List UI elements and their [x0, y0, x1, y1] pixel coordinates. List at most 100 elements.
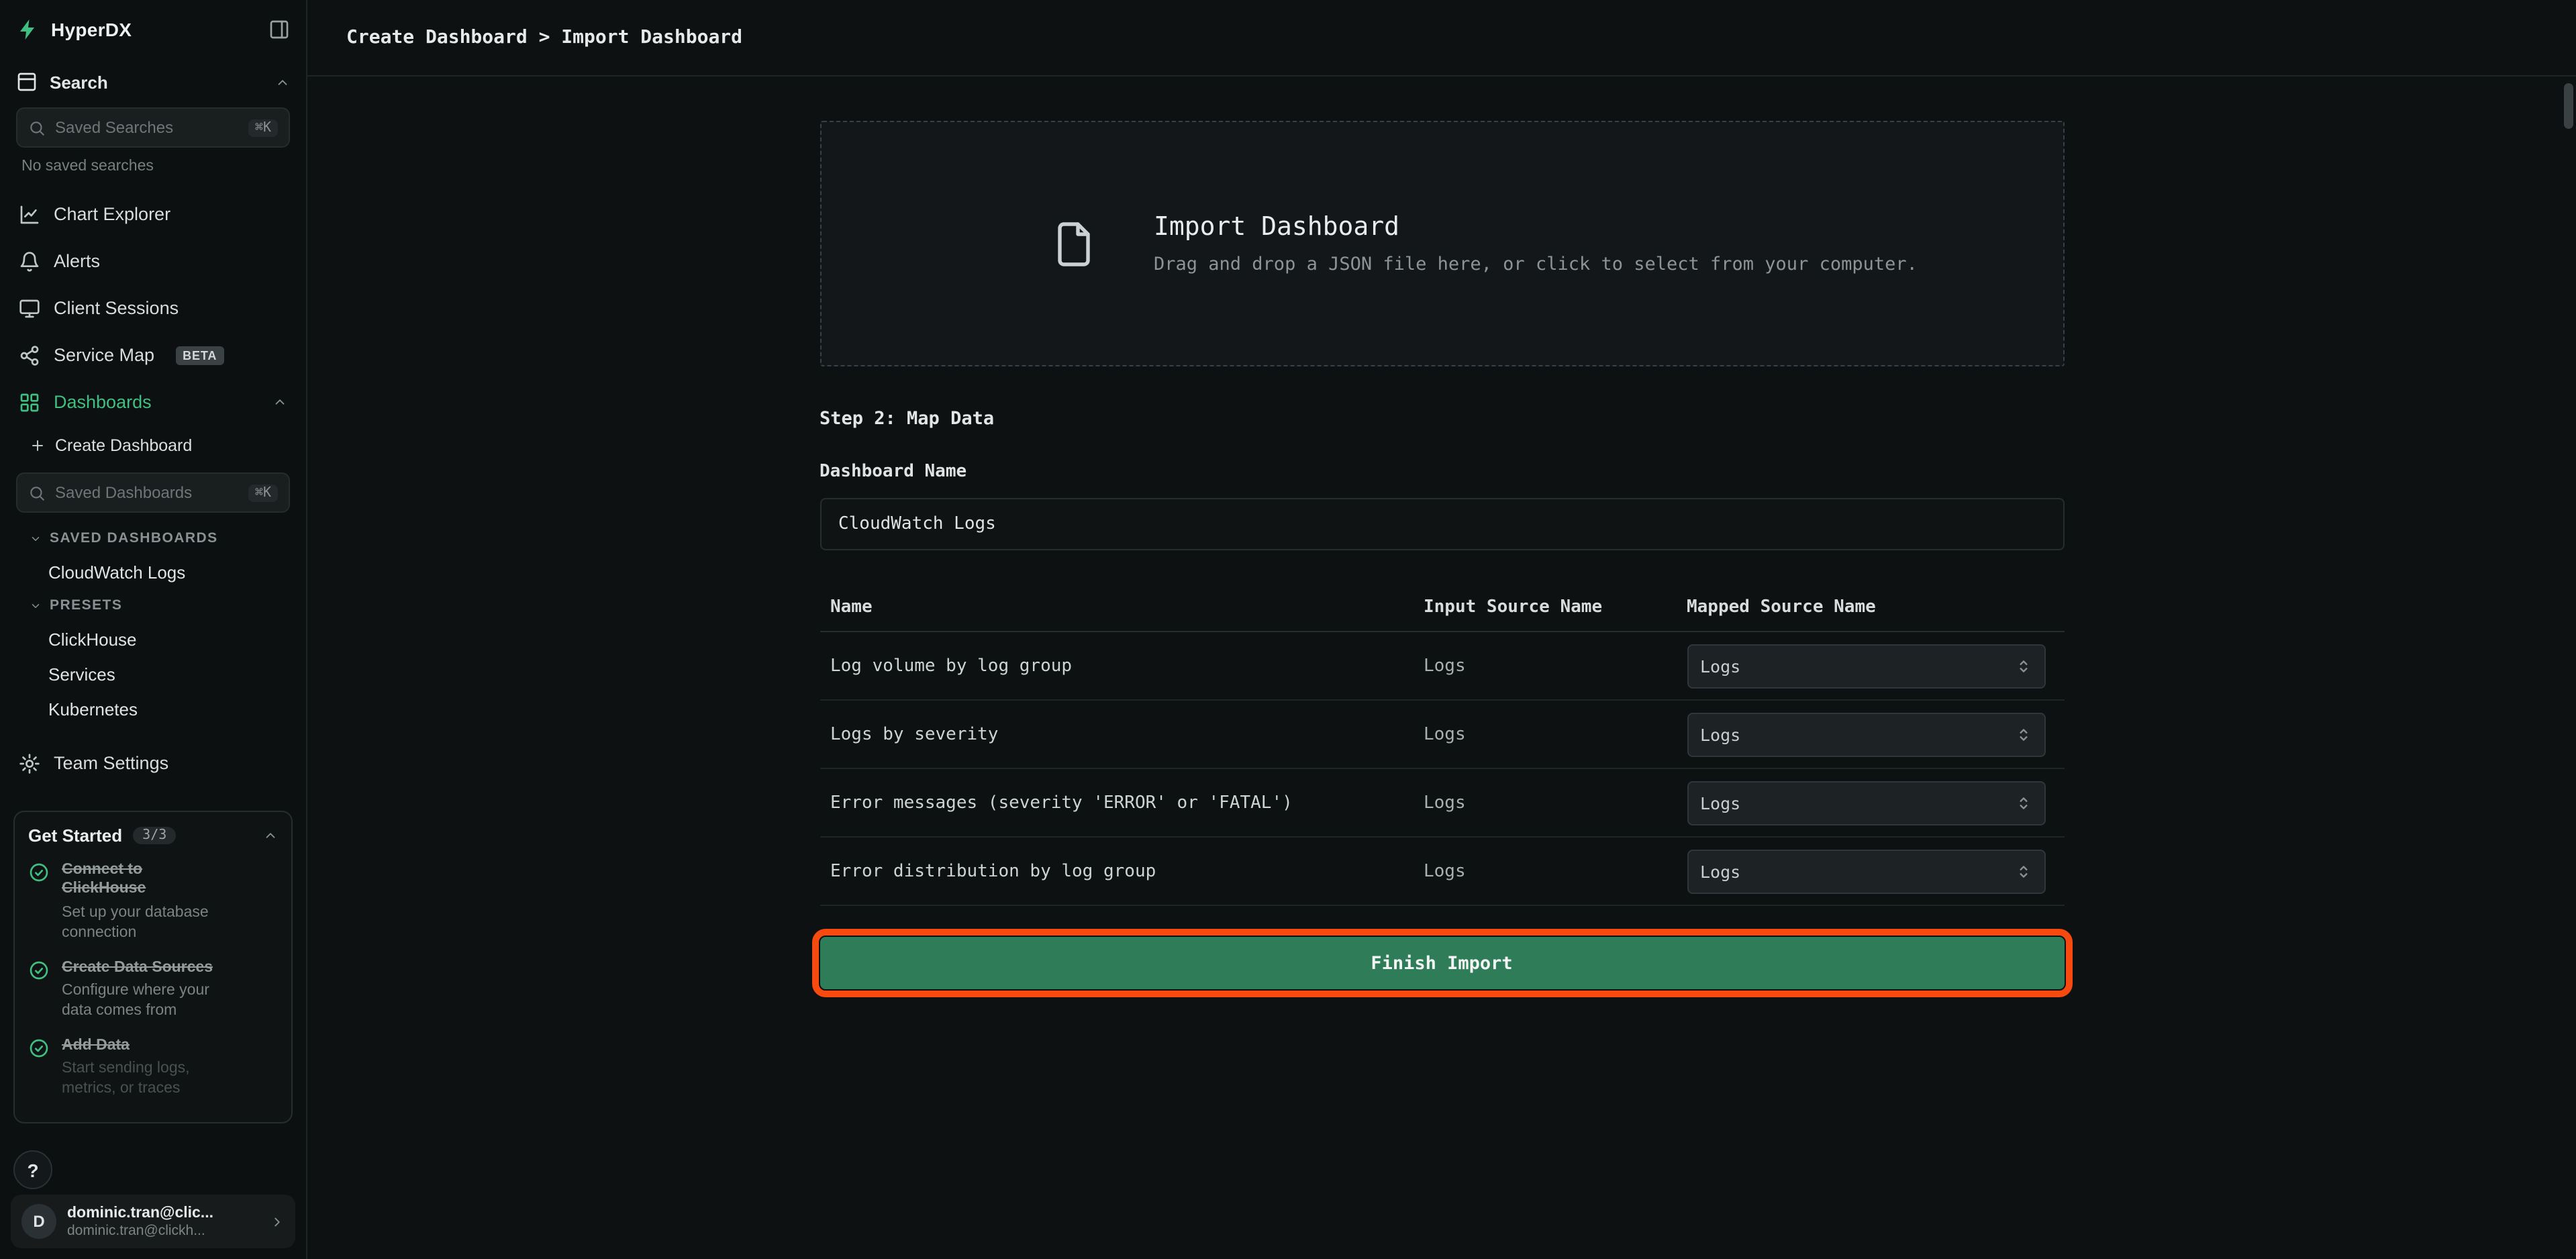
sidebar-section-search[interactable]: Search — [16, 59, 290, 105]
dropzone-subtitle: Drag and drop a JSON file here, or click… — [1154, 254, 1918, 275]
service-map-icon — [19, 344, 40, 366]
profile-name: dominic.tran@clic... — [67, 1205, 213, 1221]
sidebar-collapse-button[interactable] — [268, 19, 290, 40]
saved-searches-input[interactable]: Saved Searches ⌘K — [16, 107, 290, 148]
profile-email: dominic.tran@clickh... — [67, 1222, 213, 1238]
group-label-text: PRESETS — [50, 597, 122, 613]
sidebar-item-service-map[interactable]: Service Map BETA — [16, 332, 290, 379]
chart-name: Error distribution by log group — [820, 861, 1424, 881]
get-started-step-sources[interactable]: Create Data Sources Configure where your… — [28, 958, 278, 1021]
chevron-down-icon — [30, 599, 42, 611]
nav-label: Service Map — [54, 345, 154, 365]
sidebar-item-team-settings[interactable]: Team Settings — [16, 740, 290, 787]
input-source-name: Logs — [1424, 861, 1687, 881]
scrollbar-thumb[interactable] — [2564, 83, 2573, 129]
get-started-card: Get Started 3/3 Connect to ClickHouse Se… — [13, 811, 293, 1123]
dashboard-item-label: CloudWatch Logs — [48, 562, 185, 582]
chart-explorer-icon — [19, 203, 40, 225]
chart-name: Logs by severity — [820, 724, 1424, 744]
team-settings-label: Team Settings — [54, 753, 168, 773]
breadcrumb[interactable]: Create Dashboard > Import Dashboard — [346, 27, 742, 48]
saved-dashboards-placeholder: Saved Dashboards — [55, 483, 239, 502]
selected-value: Logs — [1700, 861, 1740, 881]
table-row: Error messages (severity 'ERROR' or 'FAT… — [820, 769, 2064, 838]
map-data-table: Name Input Source Name Mapped Source Nam… — [820, 583, 2064, 906]
check-circle-icon — [28, 862, 50, 883]
no-saved-searches-text: No saved searches — [16, 157, 290, 191]
mapped-source-select[interactable]: Logs — [1687, 780, 2045, 825]
avatar: D — [21, 1204, 56, 1239]
table-row: Error distribution by log group Logs Log… — [820, 838, 2064, 906]
step-title: Add Data — [62, 1036, 223, 1056]
main-area: Create Dashboard > Import Dashboard Impo… — [307, 0, 2576, 1259]
chart-name: Error messages (severity 'ERROR' or 'FAT… — [820, 793, 1424, 813]
sidebar-item-chart-explorer[interactable]: Chart Explorer — [16, 191, 290, 238]
finish-import-button[interactable]: Finish Import — [820, 937, 2064, 989]
nav-label: Alerts — [54, 251, 100, 271]
shortcut-badge: ⌘K — [248, 119, 278, 136]
panel-collapse-icon — [268, 19, 290, 40]
presets-group[interactable]: PRESETS — [16, 589, 290, 621]
plus-icon — [30, 438, 46, 454]
saved-dashboards-input[interactable]: Saved Dashboards ⌘K — [16, 472, 290, 513]
nav-label: Dashboards — [54, 392, 152, 412]
step-title: Connect to ClickHouse — [62, 860, 223, 899]
help-button[interactable]: ? — [13, 1150, 52, 1189]
select-chevrons-icon — [2014, 725, 2032, 743]
search-icon — [28, 119, 46, 136]
create-dashboard-button[interactable]: Create Dashboard — [16, 425, 290, 466]
app-logo[interactable]: HyperDX — [16, 17, 132, 42]
saved-dashboards-group[interactable]: SAVED DASHBOARDS — [16, 522, 290, 554]
get-started-progress-badge: 3/3 — [133, 827, 176, 844]
step-description: Set up your database connection — [62, 903, 234, 944]
topbar: Create Dashboard > Import Dashboard — [307, 0, 2576, 77]
select-chevrons-icon — [2014, 657, 2032, 674]
search-section-label: Search — [50, 72, 108, 92]
select-chevrons-icon — [2014, 794, 2032, 811]
mapped-source-select[interactable]: Logs — [1687, 712, 2045, 756]
sidebar: HyperDX Search Saved Searches ⌘K No save… — [0, 0, 307, 1259]
sidebar-item-dashboards[interactable]: Dashboards — [16, 379, 290, 425]
selected-value: Logs — [1700, 793, 1740, 813]
preset-item-clickhouse[interactable]: ClickHouse — [16, 621, 290, 656]
column-header-input-source: Input Source Name — [1424, 597, 1687, 617]
sidebar-item-client-sessions[interactable]: Client Sessions — [16, 285, 290, 332]
table-row: Log volume by log group Logs Logs — [820, 632, 2064, 701]
preset-item-services[interactable]: Services — [16, 656, 290, 691]
get-started-header[interactable]: Get Started 3/3 — [28, 825, 278, 846]
bell-icon — [19, 250, 40, 272]
import-dropzone[interactable]: Import Dashboard Drag and drop a JSON fi… — [820, 121, 2064, 366]
step-description: Start sending logs, metrics, or traces — [62, 1060, 234, 1100]
beta-badge: BETA — [176, 346, 224, 364]
preset-item-label: Services — [48, 664, 115, 684]
saved-searches-placeholder: Saved Searches — [55, 118, 239, 137]
dashboard-name-input[interactable] — [820, 498, 2064, 550]
hyperdx-logo-icon — [16, 17, 40, 42]
preset-item-kubernetes[interactable]: Kubernetes — [16, 691, 290, 726]
mapped-source-select[interactable]: Logs — [1687, 644, 2045, 688]
selected-value: Logs — [1700, 656, 1740, 676]
chevron-down-icon — [30, 532, 42, 544]
get-started-step-connect[interactable]: Connect to ClickHouse Set up your databa… — [28, 860, 278, 943]
chevron-up-icon — [275, 74, 290, 89]
preset-item-label: Kubernetes — [48, 699, 138, 719]
profile-menu[interactable]: D dominic.tran@clic... dominic.tran@clic… — [11, 1195, 295, 1248]
table-header-row: Name Input Source Name Mapped Source Nam… — [820, 583, 2064, 632]
nav-label: Client Sessions — [54, 298, 179, 318]
chart-name: Log volume by log group — [820, 656, 1424, 676]
sidebar-item-alerts[interactable]: Alerts — [16, 238, 290, 285]
monitor-icon — [19, 297, 40, 319]
input-source-name: Logs — [1424, 724, 1687, 744]
search-section-icon — [16, 71, 38, 93]
app-window: HyperDX Search Saved Searches ⌘K No save… — [0, 0, 2576, 1259]
mapped-source-select[interactable]: Logs — [1687, 849, 2045, 893]
input-source-name: Logs — [1424, 656, 1687, 676]
dashboards-grid-icon — [19, 391, 40, 413]
get-started-step-add-data[interactable]: Add Data Start sending logs, metrics, or… — [28, 1036, 278, 1100]
preset-item-label: ClickHouse — [48, 629, 137, 649]
gear-icon — [19, 752, 40, 774]
dashboard-item-cloudwatch-logs[interactable]: CloudWatch Logs — [16, 554, 290, 589]
chevron-up-icon — [273, 395, 287, 409]
step-label: Step 2: Map Data — [820, 408, 2064, 430]
get-started-title: Get Started — [28, 825, 122, 846]
